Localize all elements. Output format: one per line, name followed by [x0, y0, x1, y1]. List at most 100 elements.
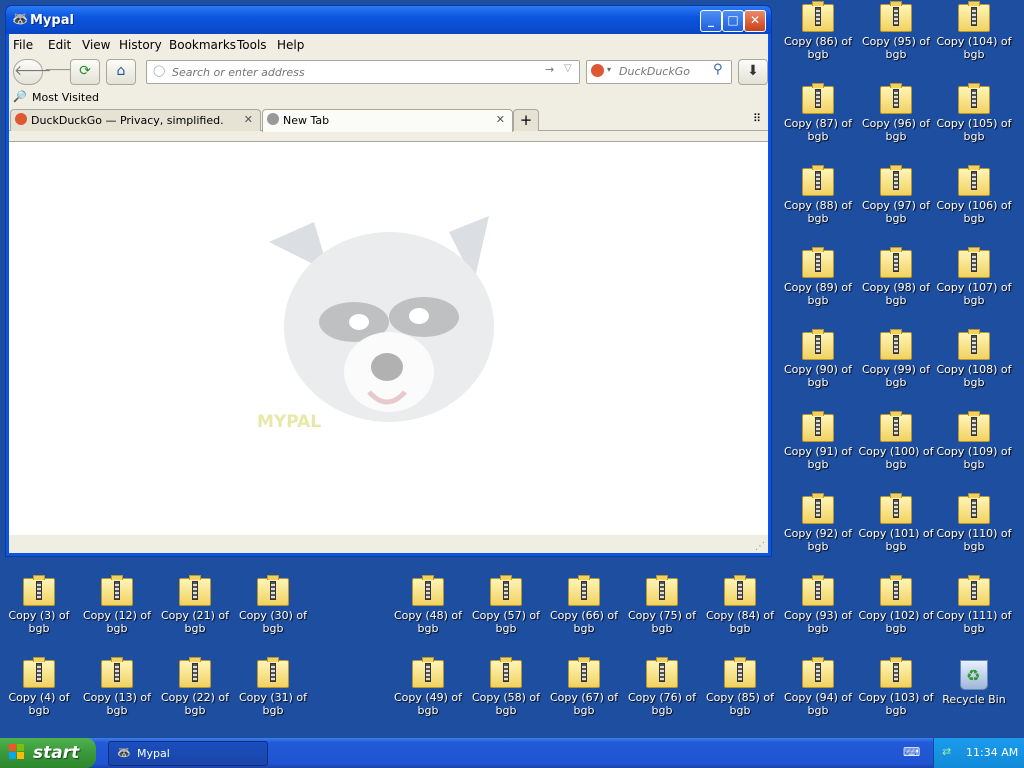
desktop-icon[interactable]: Copy (4) of bgb — [0, 657, 78, 717]
reload-button[interactable]: ⟳ — [70, 59, 100, 85]
menu-view[interactable]: View — [82, 38, 110, 52]
tab-new-tab[interactable]: New Tab ✕ — [262, 109, 513, 132]
search-engine-placeholder[interactable]: DuckDuckGo — [619, 65, 690, 78]
start-label: start — [33, 743, 80, 763]
desktop-icon[interactable]: Copy (96) of bgb — [857, 83, 935, 143]
desktop-icon[interactable]: Copy (107) of bgb — [935, 247, 1013, 307]
page-content[interactable]: MYPAL — [9, 141, 768, 535]
menu-tools[interactable]: Tools — [237, 38, 267, 52]
desktop-icon[interactable]: Copy (86) of bgb — [779, 1, 857, 61]
start-button[interactable]: start — [0, 738, 96, 768]
zip-folder-icon — [880, 411, 912, 442]
desktop-icon[interactable]: Copy (106) of bgb — [935, 165, 1013, 225]
url-bar[interactable]: ◯ → ▽ — [146, 60, 580, 84]
menu-bookmarks[interactable]: Bookmarks — [169, 38, 236, 52]
forward-button[interactable]: 🡒 — [44, 59, 82, 83]
desktop-icon[interactable]: Copy (93) of bgb — [779, 575, 857, 635]
go-arrow-icon[interactable]: → — [545, 63, 554, 76]
desktop-icon[interactable]: Copy (13) of bgb — [78, 657, 156, 717]
taskbar-item-mypal[interactable]: 🦝 Mypal — [108, 741, 268, 766]
desktop-icon[interactable]: Copy (94) of bgb — [779, 657, 857, 717]
zip-folder-icon — [958, 575, 990, 606]
bookmarks-toolbar: 🔎 Most Visited — [9, 88, 768, 108]
keyboard-icon[interactable]: ⌨ — [903, 745, 920, 759]
minimize-button[interactable]: _ — [700, 10, 722, 32]
tab-groups-icon[interactable]: ⠿ — [753, 112, 761, 125]
desktop-icon[interactable]: Copy (91) of bgb — [779, 411, 857, 471]
desktop-icon[interactable]: Copy (104) of bgb — [935, 1, 1013, 61]
zip-folder-icon — [880, 165, 912, 196]
search-icon[interactable]: ⚲ — [713, 62, 723, 77]
desktop-icon[interactable]: Copy (95) of bgb — [857, 1, 935, 61]
desktop-icon[interactable]: Copy (76) of bgb — [623, 657, 701, 717]
resize-grip-icon[interactable]: ⋰ — [755, 541, 765, 552]
clock[interactable]: 11:34 AM — [966, 746, 1018, 759]
zip-folder-icon — [802, 493, 834, 524]
desktop-icon[interactable]: Copy (90) of bgb — [779, 329, 857, 389]
desktop-icon[interactable]: Copy (100) of bgb — [857, 411, 935, 471]
zip-folder-icon — [880, 329, 912, 360]
tab-close-icon[interactable]: ✕ — [496, 113, 505, 126]
zip-folder-icon — [257, 575, 289, 606]
menu-history[interactable]: History — [119, 38, 162, 52]
menu-bar: File Edit View History Bookmarks Tools H… — [9, 34, 768, 56]
desktop-icon[interactable]: Copy (67) of bgb — [545, 657, 623, 717]
desktop-icon[interactable]: Copy (49) of bgb — [389, 657, 467, 717]
desktop-icon[interactable]: Copy (12) of bgb — [78, 575, 156, 635]
desktop-icon[interactable]: Copy (99) of bgb — [857, 329, 935, 389]
search-bar[interactable]: ▾ DuckDuckGo ⚲ — [586, 60, 732, 84]
zip-folder-icon — [179, 657, 211, 688]
desktop-icon[interactable]: Copy (87) of bgb — [779, 83, 857, 143]
desktop-icon[interactable]: Copy (92) of bgb — [779, 493, 857, 553]
network-icon[interactable]: ⇄ — [942, 745, 951, 758]
desktop-icon[interactable]: Copy (30) of bgb — [234, 575, 312, 635]
desktop-icon[interactable]: Copy (3) of bgb — [0, 575, 78, 635]
back-button[interactable]: 🡐 — [13, 59, 52, 85]
desktop-icon[interactable]: Copy (103) of bgb — [857, 657, 935, 717]
zip-folder-icon — [490, 657, 522, 688]
tab-duckduckgo[interactable]: DuckDuckGo — Privacy, simplified. ✕ — [10, 109, 261, 131]
tab-close-icon[interactable]: ✕ — [244, 113, 253, 126]
menu-edit[interactable]: Edit — [48, 38, 71, 52]
zip-folder-icon — [568, 575, 600, 606]
desktop-icon[interactable]: Copy (101) of bgb — [857, 493, 935, 553]
menu-help[interactable]: Help — [277, 38, 304, 52]
duckduckgo-logo-icon[interactable] — [591, 64, 604, 77]
zip-folder-icon — [257, 657, 289, 688]
maximize-button[interactable]: □ — [722, 10, 744, 32]
desktop-icon[interactable]: Copy (97) of bgb — [857, 165, 935, 225]
most-visited-bookmark[interactable]: Most Visited — [32, 91, 99, 104]
desktop-icon[interactable]: Copy (66) of bgb — [545, 575, 623, 635]
desktop-icon[interactable]: Copy (111) of bgb — [935, 575, 1013, 635]
desktop-icon[interactable]: Copy (110) of bgb — [935, 493, 1013, 553]
downloads-button[interactable]: ⬇ — [738, 59, 768, 85]
desktop-icon[interactable]: Copy (88) of bgb — [779, 165, 857, 225]
menu-file[interactable]: File — [13, 38, 33, 52]
close-button[interactable]: ✕ — [744, 10, 766, 32]
desktop-icon[interactable]: Copy (58) of bgb — [467, 657, 545, 717]
desktop-icon[interactable]: Copy (48) of bgb — [389, 575, 467, 635]
zip-folder-icon — [101, 575, 133, 606]
recycle-bin[interactable]: ♻ Recycle Bin — [935, 660, 1013, 706]
desktop-icon[interactable]: Copy (109) of bgb — [935, 411, 1013, 471]
zip-folder-icon — [802, 247, 834, 278]
desktop-icon[interactable]: Copy (75) of bgb — [623, 575, 701, 635]
zip-folder-icon — [412, 575, 444, 606]
desktop-icon[interactable]: Copy (85) of bgb — [701, 657, 779, 717]
new-tab-button[interactable]: + — [513, 109, 539, 131]
desktop-icon[interactable]: Copy (21) of bgb — [156, 575, 234, 635]
home-button[interactable]: ⌂ — [106, 59, 136, 85]
desktop-icon[interactable]: Copy (84) of bgb — [701, 575, 779, 635]
desktop-icon[interactable]: Copy (105) of bgb — [935, 83, 1013, 143]
globe-favicon-icon — [267, 113, 279, 125]
url-input[interactable] — [170, 63, 534, 81]
desktop-icon[interactable]: Copy (102) of bgb — [857, 575, 935, 635]
desktop-icon[interactable]: Copy (22) of bgb — [156, 657, 234, 717]
dropdown-arrow-icon[interactable]: ▽ — [564, 63, 572, 74]
desktop-icon[interactable]: Copy (108) of bgb — [935, 329, 1013, 389]
desktop-icon[interactable]: Copy (57) of bgb — [467, 575, 545, 635]
title-bar[interactable]: 🦝 Mypal _ □ ✕ — [6, 6, 771, 34]
desktop-icon[interactable]: Copy (89) of bgb — [779, 247, 857, 307]
desktop-icon[interactable]: Copy (31) of bgb — [234, 657, 312, 717]
desktop-icon[interactable]: Copy (98) of bgb — [857, 247, 935, 307]
